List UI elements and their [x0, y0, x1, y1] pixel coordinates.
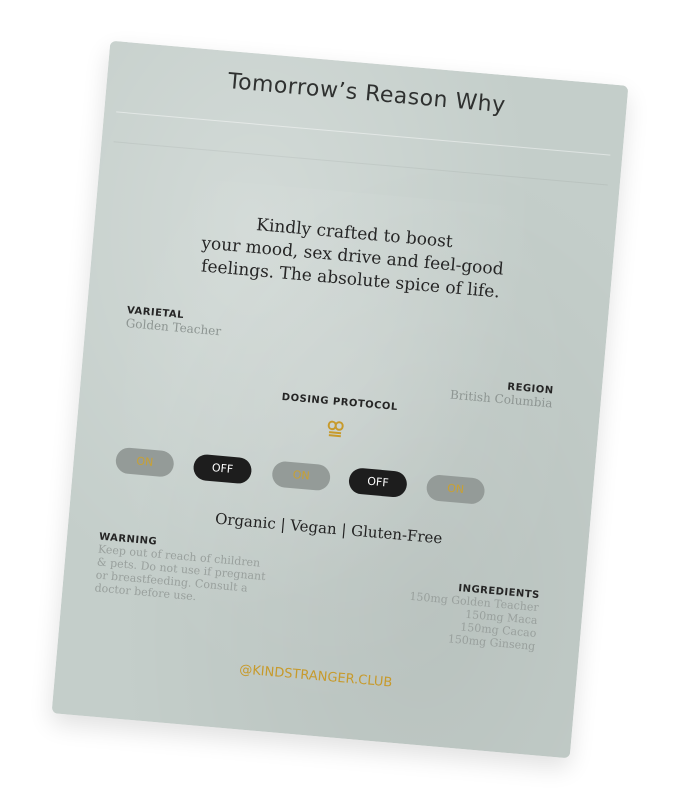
- dose-day-3-pill: ON: [271, 460, 332, 492]
- dose-day-4-pill: OFF: [347, 467, 408, 499]
- dose-day-5-pill: ON: [425, 473, 486, 505]
- ingredients-block: INGREDIENTS 150mg Golden Teacher 150mg M…: [385, 577, 540, 653]
- product-photo-scene: Tomorrow’s Reason Why Kindly crafted to …: [0, 0, 678, 804]
- dose-day-1-pill: ON: [114, 446, 175, 478]
- dose-day-2-pill: OFF: [192, 453, 253, 485]
- gold-knot-logo-icon: [324, 417, 348, 441]
- supplement-pouch: Tomorrow’s Reason Why Kindly crafted to …: [51, 40, 629, 759]
